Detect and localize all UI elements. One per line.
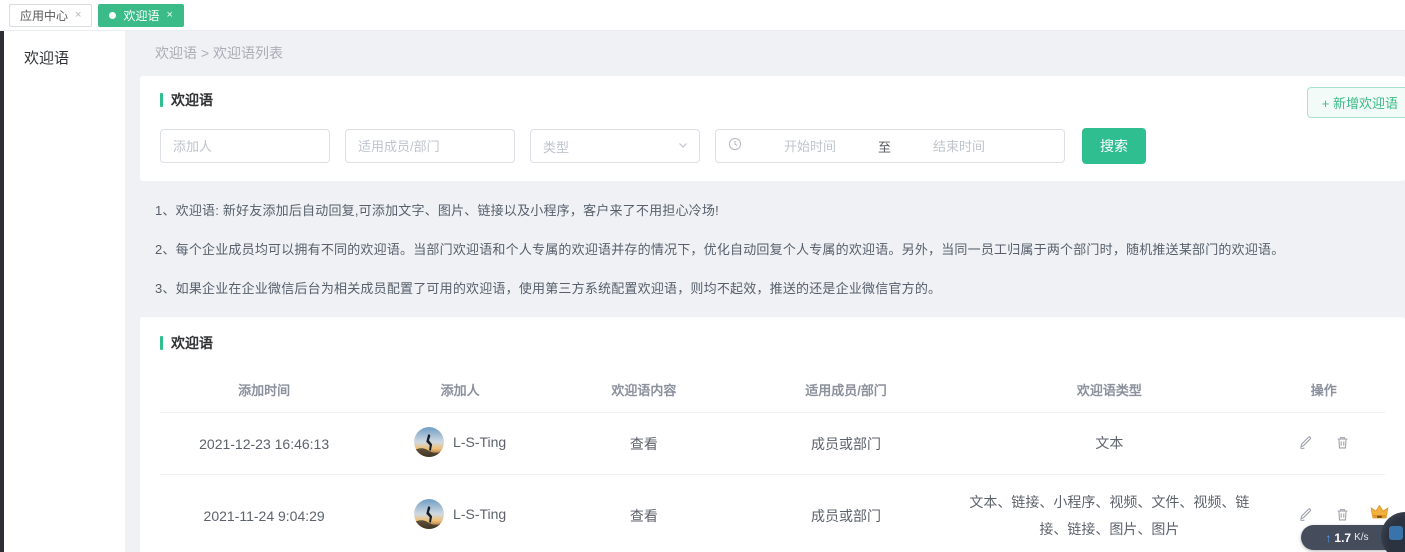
row-content-cell: 查看 <box>552 475 736 552</box>
header-adder: 添加人 <box>368 369 552 413</box>
section-title-text: 欢迎语 <box>171 333 213 353</box>
adder-name: L-S-Ting <box>453 506 506 522</box>
row-content-cell: 查看 <box>552 413 736 475</box>
table-row: 2021-11-24 9:04:29 <box>160 475 1385 552</box>
tab-label: 欢迎语 <box>123 7 159 24</box>
active-dot-icon <box>109 12 116 19</box>
note-3: 3、如果企业在企业微信后台为相关成员配置了可用的欢迎语，使用第三方系统配置欢迎语… <box>155 278 1375 297</box>
tab-welcome-message[interactable]: 欢迎语 × <box>98 4 183 27</box>
network-speed-pill[interactable]: ↑ 1.7 K/s <box>1301 525 1393 550</box>
filter-row: 类型 至 搜索 <box>160 128 1385 164</box>
welcome-message-table-card: 欢迎语 添加时间 添加人 欢迎语内容 适用成员/部门 欢迎语类型 <box>140 317 1405 552</box>
help-notes: 1、欢迎语: 新好友添加后自动回复,可添加文字、图片、链接以及小程序，客户来了不… <box>125 181 1405 297</box>
app-window: 应用中心 × 欢迎语 × 欢迎语 欢迎语 > 欢迎语列表 欢迎语 + 新增欢迎语 <box>0 0 1405 552</box>
table-body: 2021-12-23 16:46:13 <box>160 413 1385 552</box>
sidebar-item-welcome-message[interactable]: 欢迎语 <box>24 47 125 68</box>
header-add-time: 添加时间 <box>160 369 368 413</box>
table-header-row: 添加时间 添加人 欢迎语内容 适用成员/部门 欢迎语类型 操作 <box>160 369 1385 413</box>
tab-label: 应用中心 <box>20 7 68 24</box>
tab-bar: 应用中心 × 欢迎语 × <box>0 0 1405 31</box>
date-range-picker[interactable]: 至 <box>715 129 1065 163</box>
row-type: 文本 <box>956 413 1262 475</box>
end-time-input[interactable] <box>899 139 1019 154</box>
view-content-link[interactable]: 查看 <box>630 508 658 524</box>
range-separator: 至 <box>878 137 891 156</box>
note-2: 2、每个企业成员均可以拥有不同的欢迎语。当部门欢迎语和个人专属的欢迎语并存的情况… <box>155 239 1375 258</box>
member-search-input[interactable] <box>345 129 515 163</box>
add-welcome-message-button[interactable]: + 新增欢迎语 <box>1307 87 1405 118</box>
close-icon[interactable]: × <box>75 9 81 21</box>
welcome-message-table: 添加时间 添加人 欢迎语内容 适用成员/部门 欢迎语类型 操作 2021-12-… <box>160 369 1385 552</box>
delete-icon[interactable] <box>1335 435 1350 453</box>
tab-app-center[interactable]: 应用中心 × <box>9 4 92 27</box>
avatar <box>414 427 444 457</box>
breadcrumb: 欢迎语 > 欢迎语列表 <box>125 31 1405 76</box>
filter-card: 欢迎语 + 新增欢迎语 类型 <box>140 76 1405 181</box>
adder-search-input[interactable] <box>160 129 330 163</box>
search-button[interactable]: 搜索 <box>1082 128 1146 164</box>
header-content: 欢迎语内容 <box>552 369 736 413</box>
header-type: 欢迎语类型 <box>956 369 1262 413</box>
download-speed-widget[interactable]: ↑ 1.7 K/s <box>1285 506 1405 552</box>
table-row: 2021-12-23 16:46:13 <box>160 413 1385 475</box>
row-scope: 成员或部门 <box>736 475 957 552</box>
section-title: 欢迎语 <box>160 90 1385 110</box>
header-scope: 适用成员/部门 <box>736 369 957 413</box>
avatar <box>414 499 444 529</box>
section-accent-bar <box>160 93 163 107</box>
view-content-link[interactable]: 查看 <box>630 436 658 452</box>
row-adder-cell: L-S-Ting <box>368 475 552 552</box>
chevron-down-icon <box>677 139 689 154</box>
adder-name: L-S-Ting <box>453 434 506 450</box>
row-scope: 成员或部门 <box>736 413 957 475</box>
row-add-time: 2021-11-24 9:04:29 <box>160 475 368 552</box>
type-select-placeholder: 类型 <box>543 137 569 156</box>
start-time-input[interactable] <box>750 139 870 154</box>
section-accent-bar <box>160 336 163 350</box>
section-title: 欢迎语 <box>160 333 1385 353</box>
main-content: 欢迎语 > 欢迎语列表 欢迎语 + 新增欢迎语 类型 <box>125 31 1405 552</box>
type-select[interactable]: 类型 <box>530 129 700 163</box>
row-add-time: 2021-12-23 16:46:13 <box>160 413 368 475</box>
edit-icon[interactable] <box>1298 435 1313 453</box>
row-type: 文本、链接、小程序、视频、文件、视频、链接、链接、图片、图片 <box>956 475 1262 552</box>
upload-arrow-icon: ↑ <box>1325 531 1331 545</box>
speed-value: 1.7 <box>1334 531 1351 545</box>
clock-icon <box>728 137 742 156</box>
section-title-text: 欢迎语 <box>171 90 213 110</box>
speed-unit: K/s <box>1354 532 1368 543</box>
row-operations <box>1263 413 1386 475</box>
header-operations: 操作 <box>1263 369 1386 413</box>
close-icon[interactable]: × <box>166 9 172 21</box>
sidebar: 欢迎语 <box>4 31 125 552</box>
row-adder-cell: L-S-Ting <box>368 413 552 475</box>
note-1: 1、欢迎语: 新好友添加后自动回复,可添加文字、图片、链接以及小程序，客户来了不… <box>155 200 1375 219</box>
